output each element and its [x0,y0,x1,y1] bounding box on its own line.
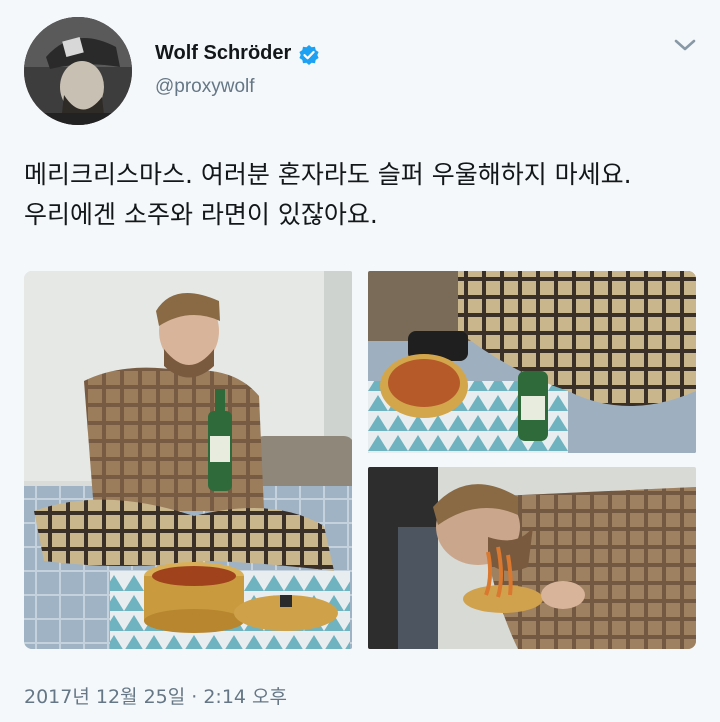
photo-man-eating-ramen[interactable] [368,467,696,649]
avatar[interactable] [24,17,132,125]
author-handle[interactable]: @proxywolf [155,76,255,98]
tweet-card: Wolf Schröder @proxywolf 메리크리스마스. 여러분 혼자… [0,0,720,722]
chevron-down-icon[interactable] [673,35,697,55]
photo-man-with-soju[interactable] [24,271,352,649]
tweet-text: 메리크리스마스. 여러분 혼자라도 슬퍼 우울해하지 마세요. 우리에겐 소주와… [24,155,704,235]
author-name[interactable]: Wolf Schröder [155,42,291,65]
tweet-timestamp[interactable]: 2017년 12월 25일 · 2:14 오후 [24,682,287,709]
tweet-text-line: 메리크리스마스. 여러분 혼자라도 슬퍼 우울해하지 마세요. [24,160,632,189]
photo-ramen-pot-overhead[interactable] [368,271,696,453]
tweet-text-line: 우리에겐 소주와 라면이 있잖아요. [24,200,378,229]
verified-badge-icon [299,45,319,65]
media-grid [24,271,696,649]
